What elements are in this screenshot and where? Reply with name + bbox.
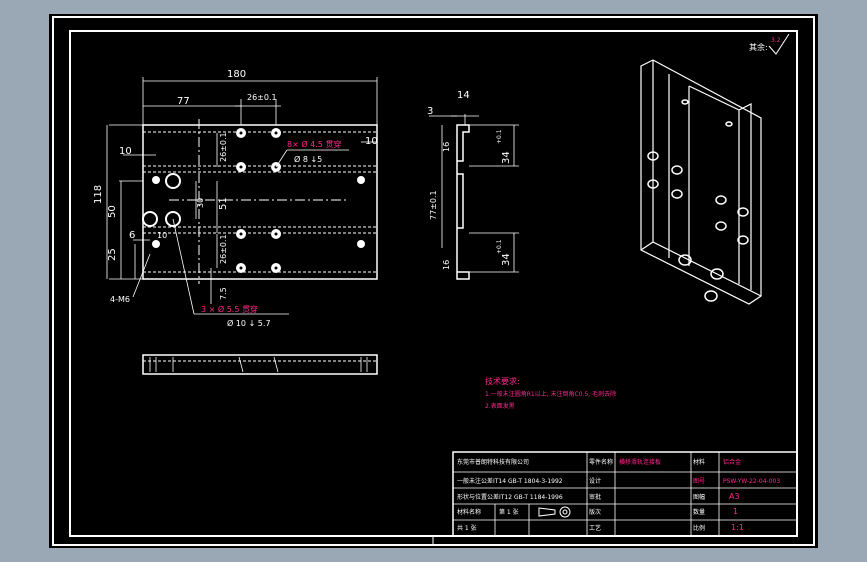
tb-label-design: 设计: [589, 477, 601, 485]
tb-item-1: 材料名称: [457, 508, 481, 516]
side-view: 3 14 16 16 34 34 77±0.1 +0.1 +0.1: [427, 90, 519, 280]
dim-3: 3: [427, 106, 433, 117]
tb-drawing-no: PSW-YW-22-04-003: [723, 478, 780, 485]
top-view: 180 77 26±0.1 118 50 25 10 6 10 10 26±0.…: [93, 69, 378, 328]
dim-26-b: 26±0.1: [219, 234, 228, 264]
dim-50: 50: [107, 205, 118, 218]
dim-7-5: 7.5: [219, 287, 228, 300]
roughness-value: 3.2: [771, 37, 781, 44]
dim-30: 30: [196, 198, 205, 208]
dim-25: 25: [107, 248, 118, 261]
tb-label-size: 图幅: [693, 493, 705, 501]
tb-qty: 1: [733, 507, 738, 516]
dim-26-a: 26±0.1: [219, 132, 228, 162]
dim-34-b: 34: [501, 253, 512, 266]
cad-drawing: 其余: 3.2 180 77 26±0.1 118 50 25 10 6 10 …: [52, 16, 815, 546]
dim-51: 51: [218, 197, 229, 210]
tb-label-version: 版次: [589, 508, 601, 516]
tol-plus-a: +0.1: [496, 129, 503, 144]
roughness-label: 其余:: [749, 42, 768, 52]
tech-line-1: 1.一般未注圆角R1以上, 未注倒角C0.5, 毛刺去除: [485, 390, 616, 398]
tech-title: 技术要求:: [485, 376, 520, 386]
dim-r10: 10: [157, 231, 167, 240]
tech-line-2: 2.表面发黑: [485, 402, 515, 410]
tb-label-qty: 数量: [693, 508, 705, 516]
tb-company: 东莞市普朗特科技有限公司: [457, 458, 529, 466]
note-8-holes: 8× Ø 4.5 贯穿: [287, 139, 341, 149]
dim-overall-width: 180: [227, 69, 246, 80]
tb-product-name: 横移滑轨连接板: [619, 458, 661, 466]
tb-page: 共 1 张: [457, 524, 477, 532]
tb-tol-1: 一般未注公差IT14 GB-T 1804-3-1992: [457, 477, 563, 485]
roughness-symbol: 其余: 3.2: [749, 33, 790, 55]
isometric-view: [640, 59, 762, 305]
tb-label-approve: 审批: [589, 493, 601, 501]
tb-label-process: 工艺: [589, 524, 601, 532]
tb-scale: 1:1: [731, 523, 744, 532]
dim-10-left: 10: [119, 146, 132, 157]
dim-10-right: 10: [365, 136, 378, 147]
tech-requirements: 技术要求: 1.一般未注圆角R1以上, 未注倒角C0.5, 毛刺去除 2.表面发…: [485, 376, 616, 410]
note-8-counterbore: Ø 8 ↓5: [294, 154, 322, 164]
dim-34-a: 34: [501, 151, 512, 164]
tb-label-scale: 比例: [693, 524, 705, 532]
title-block: 东莞市普朗特科技有限公司 一般未注公差IT14 GB-T 1804-3-1992…: [452, 451, 798, 537]
dim-14: 14: [457, 90, 470, 101]
dim-6: 6: [129, 230, 135, 241]
tb-material: 铝合金: [723, 458, 741, 466]
dim-77: 77: [177, 96, 190, 107]
dim-16-b: 16: [442, 260, 451, 270]
tb-size: A3: [729, 492, 740, 501]
tb-tol-2: 形状与位置公差IT12 GB-T 1184-1996: [457, 493, 563, 501]
tb-label-product: 零件名称: [589, 458, 613, 466]
front-view: [142, 354, 378, 375]
note-3-counterbore: Ø 10 ↓ 5.7: [227, 318, 271, 328]
note-4m6: 4-M6: [110, 295, 130, 304]
dim-overall-height: 118: [93, 185, 104, 204]
tb-label-drawno: 图号: [693, 478, 705, 485]
dim-77-side: 77±0.1: [429, 190, 438, 220]
projection-symbol: [538, 506, 571, 518]
tb-label-material: 材料: [693, 458, 705, 466]
dim-16-a: 16: [442, 142, 451, 152]
dim-26-top: 26±0.1: [247, 93, 277, 102]
note-3-holes: 3 × Ø 5.5 贯穿: [201, 304, 258, 314]
tb-sheet: 第 1 张: [499, 508, 519, 516]
drawing-sheet: 其余: 3.2 180 77 26±0.1 118 50 25 10 6 10 …: [49, 14, 818, 548]
tol-plus-b: +0.1: [496, 239, 503, 254]
